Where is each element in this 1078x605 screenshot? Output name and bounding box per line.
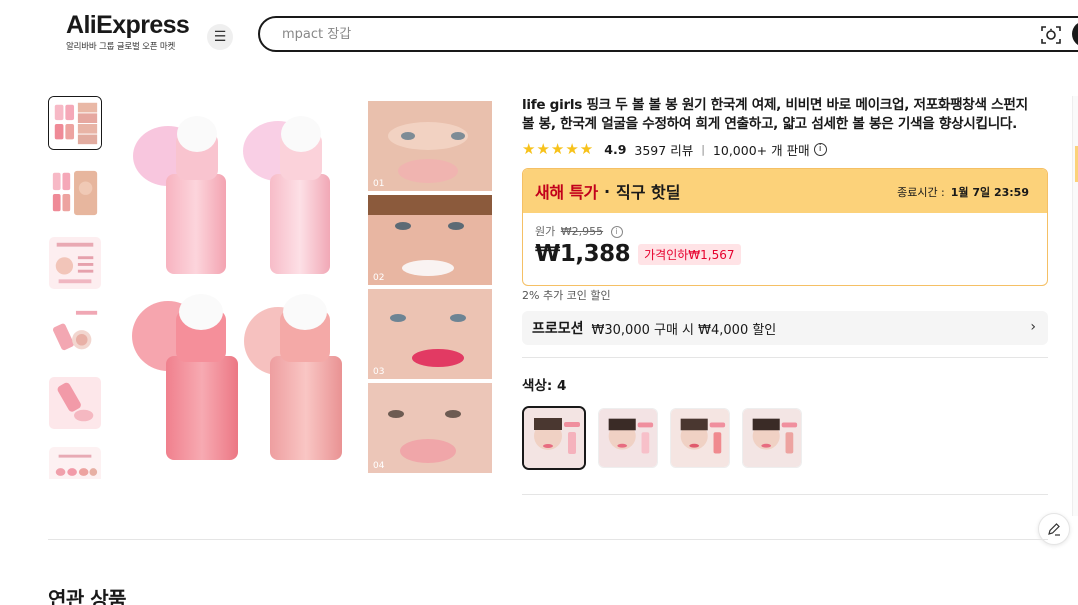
deal-end-time: 종료시간 : 1월 7일 23:59 <box>897 184 1029 200</box>
color-label: 색상: 4 <box>522 378 567 394</box>
rating-value: 4.9 <box>604 141 627 157</box>
hamburger-icon: ☰ <box>213 29 227 45</box>
deal-subtitle: 직구 핫딜 <box>616 183 681 202</box>
price-block: 원가 ₩2,955 i ₩1,388 가격인하₩1,567 <box>523 213 1047 277</box>
deal-box: 새해 특가 · 직구 핫딜 종료시간 : 1월 7일 23:59 원가 ₩2,95… <box>522 168 1048 286</box>
price-row: ₩1,388 가격인하₩1,567 <box>535 241 1035 267</box>
logo-subtitle: 알리바바 그룹 글로벌 오픈 마켓 <box>66 42 176 52</box>
image-label-02: 02 <box>373 273 384 283</box>
aliexpress-logo[interactable]: AliExpress 알리바바 그룹 글로벌 오픈 마켓 <box>66 11 190 52</box>
image-search-icon[interactable] <box>1040 24 1062 46</box>
image-label-01: 01 <box>373 179 384 189</box>
thumbnail-5[interactable] <box>48 376 102 430</box>
section-divider <box>48 539 1048 540</box>
thumbnail-4[interactable] <box>48 306 102 360</box>
product-title: life girls 핑크 두 볼 볼 봉 원기 한국계 여제, 비비면 바로 … <box>522 97 1028 132</box>
color-option-4[interactable] <box>742 408 802 468</box>
pencil-icon <box>1048 523 1060 536</box>
image-label-04: 04 <box>373 461 385 471</box>
color-option-1[interactable] <box>522 406 586 470</box>
image-label-03: 03 <box>373 367 384 377</box>
menu-button[interactable]: ☰ <box>207 24 233 50</box>
divider <box>522 494 1048 495</box>
review-count-link[interactable]: 3597 리뷰 <box>634 140 693 159</box>
color-option-2[interactable] <box>598 408 658 468</box>
thumbnail-1[interactable] <box>48 96 102 150</box>
current-price: ₩1,388 <box>535 241 631 267</box>
thumbnail-6[interactable] <box>48 446 102 479</box>
chevron-right-icon: › <box>1030 319 1036 335</box>
deal-end-label: 종료시간 : <box>897 186 945 199</box>
main-product-image[interactable]: 01 02 03 04 <box>128 96 500 479</box>
divider <box>522 357 1048 358</box>
price-info-icon[interactable]: i <box>610 226 623 238</box>
promotion-text: ₩30,000 구매 시 ₩4,000 할인 <box>591 322 777 338</box>
sold-count: 10,000+ 개 판매 <box>712 142 810 158</box>
thumbnail-list <box>48 96 104 479</box>
logo-text: AliExpress <box>66 11 190 39</box>
discount-badge: 가격인하₩1,567 <box>638 243 741 265</box>
right-panel-edge <box>1072 96 1078 516</box>
deal-end-value: 1월 7일 23:59 <box>950 186 1029 199</box>
original-price-row: 원가 ₩2,955 i <box>535 223 1035 239</box>
thumbnail-2[interactable] <box>48 166 102 220</box>
search-input[interactable] <box>282 24 982 44</box>
related-products-title: 연관 상품 <box>48 587 127 605</box>
color-options <box>522 406 814 470</box>
search-button[interactable] <box>1072 21 1078 47</box>
edit-button[interactable] <box>1038 513 1070 545</box>
color-option-3[interactable] <box>670 408 730 468</box>
promotion-row[interactable]: 프로모션 ₩30,000 구매 시 ₩4,000 할인 › <box>522 311 1048 345</box>
rating-row: ★★★★★ 4.9 3597 리뷰 | 10,000+ 개 판매 i <box>522 140 827 158</box>
thumbnail-3[interactable] <box>48 236 102 290</box>
deal-dot: · <box>603 181 611 201</box>
info-icon[interactable]: i <box>813 142 827 156</box>
search-bar <box>258 16 1078 52</box>
separator: | <box>701 142 705 156</box>
original-price: ₩2,955 <box>560 225 604 238</box>
star-rating-icon: ★★★★★ <box>522 140 595 158</box>
deal-name: 새해 특가 <box>535 183 598 202</box>
promotion-tag: 프로모션 <box>532 321 584 337</box>
deal-header: 새해 특가 · 직구 핫딜 종료시간 : 1월 7일 23:59 <box>523 169 1047 213</box>
coin-discount-text: 2% 추가 코인 할인 <box>522 289 611 302</box>
original-price-label: 원가 <box>535 225 556 238</box>
